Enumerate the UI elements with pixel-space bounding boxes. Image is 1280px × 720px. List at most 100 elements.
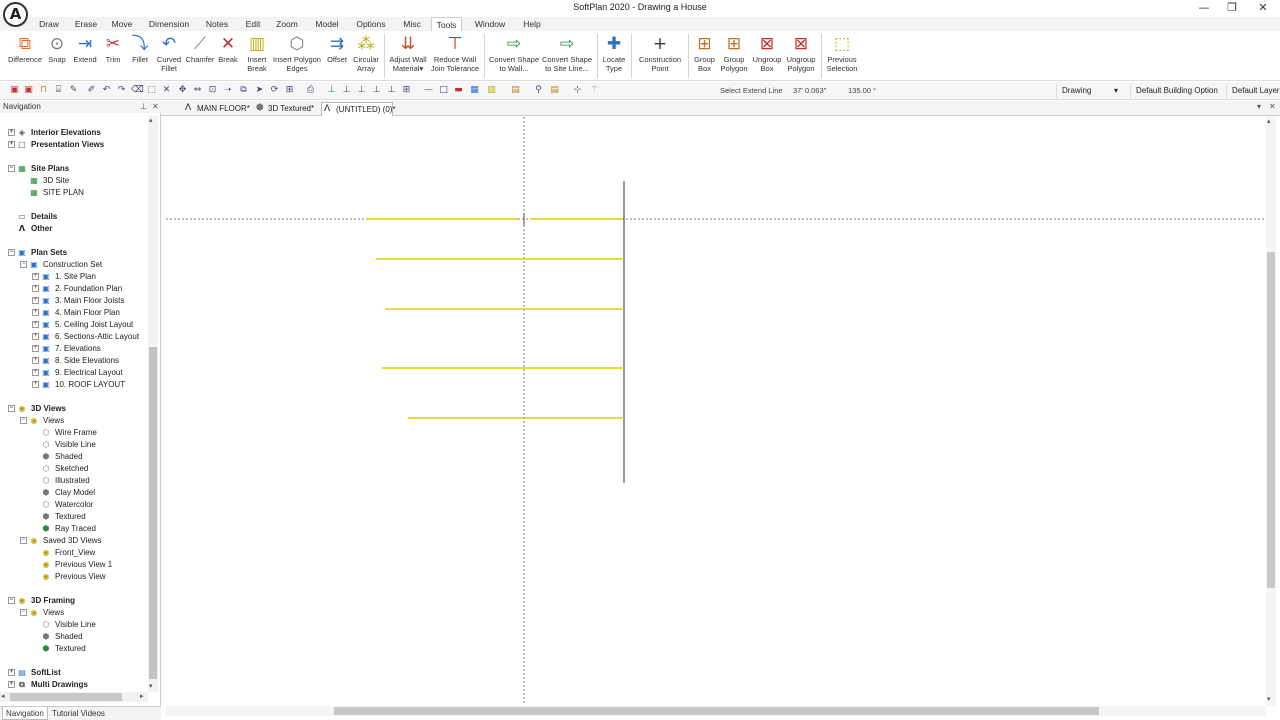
- difference-button[interactable]: ⧉ Difference: [3, 33, 47, 79]
- scroll-up-icon[interactable]: ▴: [1267, 117, 1271, 125]
- pan-icon[interactable]: ⇔: [192, 85, 203, 96]
- lock-icon[interactable]: ⊓: [38, 85, 49, 96]
- menu-edit[interactable]: Edit: [243, 17, 263, 31]
- redo-icon[interactable]: ↷: [116, 85, 127, 96]
- collapse-icon[interactable]: −: [20, 261, 27, 268]
- copy-icon[interactable]: ⧉: [238, 85, 249, 96]
- snap-end-icon[interactable]: ⊥: [341, 85, 352, 96]
- snap-grid-icon[interactable]: ⊞: [401, 85, 412, 96]
- expand-icon[interactable]: +: [32, 357, 39, 364]
- expand-icon[interactable]: +: [8, 669, 15, 676]
- filter-icon[interactable]: ▤: [510, 85, 521, 96]
- collapse-icon[interactable]: −: [8, 405, 15, 412]
- break-button[interactable]: ✕ Break: [216, 33, 240, 79]
- expand-icon[interactable]: +: [32, 333, 39, 340]
- menu-notes[interactable]: Notes: [202, 17, 232, 31]
- minimize-button[interactable]: —: [1194, 1, 1214, 15]
- collapse-icon[interactable]: −: [8, 249, 15, 256]
- expand-icon[interactable]: +: [32, 345, 39, 352]
- construction-point-button[interactable]: + Construction Point: [635, 33, 685, 79]
- expand-icon[interactable]: +: [8, 681, 15, 688]
- collapse-icon[interactable]: −: [8, 597, 15, 604]
- expand-icon[interactable]: +: [32, 297, 39, 304]
- canvas-vertical-scrollbar[interactable]: ▴ ▾: [1266, 117, 1276, 706]
- pin-icon[interactable]: ⚲: [533, 85, 544, 96]
- menu-model[interactable]: Model: [312, 17, 342, 31]
- menu-help[interactable]: Help: [520, 17, 544, 31]
- table-icon[interactable]: ▤: [549, 85, 560, 96]
- expand-icon[interactable]: +: [32, 381, 39, 388]
- close-button[interactable]: ✕: [1253, 1, 1273, 15]
- expand-icon[interactable]: +: [32, 285, 39, 292]
- canvas-horizontal-scrollbar[interactable]: [166, 706, 1266, 716]
- dimension-icon[interactable]: ⊹: [572, 85, 583, 96]
- building-option-select[interactable]: Default Building Option: [1130, 84, 1226, 98]
- ungroup-polygon-button[interactable]: ⊠ Ungroup Polygon: [784, 33, 818, 79]
- collapse-icon[interactable]: −: [20, 417, 27, 424]
- snap-intersection-icon[interactable]: ⊥: [386, 85, 397, 96]
- app-logo[interactable]: A: [3, 2, 28, 27]
- columns-icon[interactable]: ▥: [486, 85, 497, 96]
- menu-draw[interactable]: Draw: [36, 17, 62, 31]
- tab-list-icon[interactable]: ▾: [1257, 102, 1261, 111]
- tab-navigation[interactable]: Navigation: [2, 707, 48, 720]
- view-mode-select[interactable]: Drawing ▾: [1056, 84, 1124, 98]
- scroll-down-icon[interactable]: ▾: [1267, 695, 1271, 703]
- save-icon[interactable]: ▣: [9, 85, 20, 96]
- print-icon[interactable]: ⎙: [305, 85, 316, 96]
- cross-icon[interactable]: ✕: [161, 85, 172, 96]
- convert-shape-to-site-line-button[interactable]: ⇨ Convert Shape to Site Line...: [540, 33, 594, 79]
- menu-dimension[interactable]: Dimension: [148, 17, 190, 31]
- refresh-icon[interactable]: ⟳: [269, 85, 280, 96]
- expand-icon[interactable]: +: [32, 369, 39, 376]
- expand-icon[interactable]: +: [32, 321, 39, 328]
- eraser-icon[interactable]: ⌫: [131, 85, 144, 96]
- undo-icon[interactable]: ↶: [101, 85, 112, 96]
- close-panel-icon[interactable]: ✕: [152, 101, 159, 113]
- move-icon[interactable]: ✥: [177, 85, 188, 96]
- snap-center-icon[interactable]: ⊥: [371, 85, 382, 96]
- adjust-wall-material-button[interactable]: ⇊ Adjust Wall Material▾: [387, 33, 429, 79]
- insert-polygon-edges-button[interactable]: ⬡ Insert Polygon Edges: [271, 33, 323, 79]
- snap-mid-icon[interactable]: ⊥: [356, 85, 367, 96]
- grid-icon[interactable]: ▦: [469, 85, 480, 96]
- group-box-button[interactable]: ⊞ Group Box: [691, 33, 718, 79]
- snap-button[interactable]: ⊙ Snap: [46, 33, 68, 79]
- navigation-horizontal-scrollbar[interactable]: ◂ ▸: [0, 692, 148, 702]
- curved-fillet-button[interactable]: ↶ Curved Fillet: [154, 33, 184, 79]
- layers-icon[interactable]: ⌸: [53, 85, 64, 96]
- scroll-left-icon[interactable]: ◂: [1, 692, 5, 700]
- pen-icon[interactable]: ✎: [68, 85, 79, 96]
- collapse-icon[interactable]: −: [20, 609, 27, 616]
- layer-select[interactable]: Default Layer: [1226, 84, 1280, 98]
- pencil-icon[interactable]: ✐: [86, 85, 97, 96]
- arrow-right-icon[interactable]: ➝: [222, 85, 233, 96]
- fill-icon[interactable]: ▬: [453, 85, 464, 96]
- drawing-canvas[interactable]: [166, 117, 1266, 704]
- menu-misc[interactable]: Misc: [400, 17, 424, 31]
- menu-move[interactable]: Move: [109, 17, 135, 31]
- circular-array-button[interactable]: ⁂ Circular Array: [351, 33, 381, 79]
- navigation-scrollbar[interactable]: ▴ ▾: [148, 116, 158, 692]
- close-document-icon[interactable]: ✕: [1269, 102, 1276, 111]
- navigation-scroll-thumb[interactable]: [149, 347, 157, 679]
- convert-shape-to-wall-button[interactable]: ⇨ Convert Shape to Wall...: [488, 33, 540, 79]
- expand-icon[interactable]: +: [32, 273, 39, 280]
- chamfer-button[interactable]: ⟋ Chamfer: [184, 33, 216, 79]
- menu-options[interactable]: Options: [354, 17, 388, 31]
- menu-window[interactable]: Window: [472, 17, 508, 31]
- ungroup-box-button[interactable]: ⊠ Ungroup Box: [752, 33, 782, 79]
- restore-button[interactable]: ❐: [1222, 1, 1242, 15]
- rectangle-select-icon[interactable]: ⬚: [146, 85, 157, 96]
- tab-main-floor[interactable]: Λ MAIN FLOOR*: [183, 102, 250, 116]
- collapse-icon[interactable]: −: [8, 165, 15, 172]
- group-polygon-button[interactable]: ⊞ Group Polygon: [718, 33, 750, 79]
- collapse-icon[interactable]: −: [20, 537, 27, 544]
- zoom-window-icon[interactable]: ⊡: [207, 85, 218, 96]
- previous-selection-button[interactable]: ⬚ Previous Selection: [824, 33, 860, 79]
- line-style-icon[interactable]: —: [423, 85, 434, 96]
- select-icon[interactable]: ➤: [254, 85, 265, 96]
- insert-break-button[interactable]: ▥ Insert Break: [243, 33, 271, 79]
- expand-icon[interactable]: +: [8, 141, 15, 148]
- scroll-down-icon[interactable]: ▾: [149, 682, 153, 690]
